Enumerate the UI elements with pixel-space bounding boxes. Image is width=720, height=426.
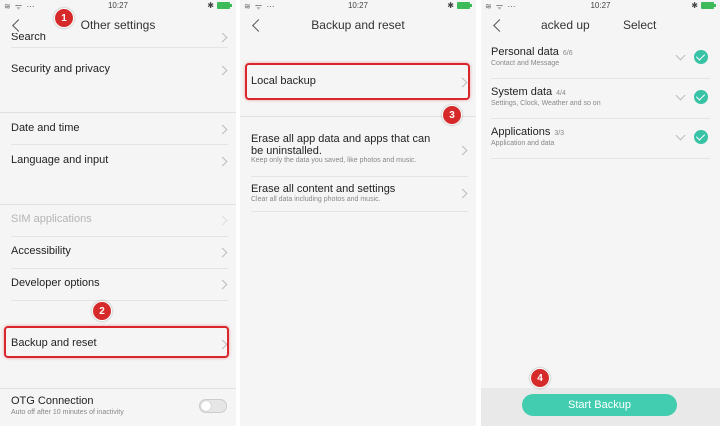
settings-item-backup-reset[interactable]: Backup and reset <box>0 337 236 353</box>
chevron-right-icon <box>217 279 228 290</box>
settings-item-sim-applications: SIM applications <box>0 213 236 229</box>
settings-item-language-input[interactable]: Language and input <box>0 154 236 170</box>
status-bar: ≋ ᯤ ⋯ 10:27 ✱ <box>240 0 476 12</box>
bluetooth-icon: ✱ <box>691 1 698 10</box>
chevron-right-icon <box>217 156 228 167</box>
other-settings-panel: ≋ ᯤ ⋯ 10:27 ✱ Other settings Search Secu… <box>0 0 236 426</box>
erase-app-data-item[interactable]: Erase all app data and apps that can be … <box>240 133 476 169</box>
backup-item-applications[interactable]: Applications 3/3 Application and data <box>481 126 720 152</box>
chevron-right-icon <box>457 77 468 88</box>
battery-icon <box>701 2 716 9</box>
status-time: 10:27 <box>107 1 129 10</box>
battery-icon <box>217 2 232 9</box>
chevron-right-icon <box>217 124 228 135</box>
bottom-bar: Start Backup <box>481 388 720 426</box>
bluetooth-icon: ✱ <box>447 1 454 10</box>
backup-item-personal-data[interactable]: Personal data 6/6 Contact and Message <box>481 46 720 72</box>
page-title: Backup and reset <box>311 18 405 32</box>
step-badge-4: 4 <box>530 368 550 388</box>
erase-all-content-item[interactable]: Erase all content and settings Clear all… <box>240 183 476 207</box>
backup-item-system-data[interactable]: System data 4/4 Settings, Clock, Weather … <box>481 86 720 112</box>
chevron-down-icon[interactable] <box>675 130 686 141</box>
backup-select-panel: ≋ ᯤ ⋯ 10:27 ✱ acked up Select Personal d… <box>481 0 720 426</box>
checkmark-icon[interactable] <box>694 90 708 104</box>
settings-item-otg-connection[interactable]: OTG Connection Auto off after 10 minutes… <box>0 395 236 421</box>
step-badge-1: 1 <box>54 8 74 28</box>
checkmark-icon[interactable] <box>694 50 708 64</box>
header: acked up Select <box>481 12 720 38</box>
start-backup-button[interactable]: Start Backup <box>522 394 677 416</box>
chevron-right-icon <box>217 339 228 350</box>
status-bar: ≋ ᯤ ⋯ 10:27 ✱ <box>0 0 236 12</box>
chevron-right-icon <box>457 145 468 156</box>
local-backup-item[interactable]: Local backup <box>240 75 476 91</box>
bluetooth-icon: ✱ <box>207 1 214 10</box>
settings-item-search[interactable]: Search <box>0 33 236 45</box>
battery-icon <box>457 2 472 9</box>
chevron-right-icon <box>217 215 228 226</box>
step-badge-2: 2 <box>92 301 112 321</box>
backup-reset-panel: ≋ ᯤ ⋯ 10:27 ✱ Backup and reset Local bac… <box>240 0 476 426</box>
settings-item-date-time[interactable]: Date and time <box>0 122 236 138</box>
checkmark-icon[interactable] <box>694 130 708 144</box>
status-time: 10:27 <box>347 1 369 10</box>
header: Backup and reset <box>240 12 476 38</box>
page-title: Other settings <box>80 18 156 32</box>
settings-item-accessibility[interactable]: Accessibility <box>0 245 236 261</box>
settings-item-security-privacy[interactable]: Security and privacy <box>0 63 236 79</box>
chevron-right-icon <box>217 247 228 258</box>
step-badge-3: 3 <box>442 105 462 125</box>
select-all-button[interactable]: Select <box>623 18 656 32</box>
chevron-right-icon <box>217 65 228 76</box>
page-title: acked up <box>541 18 590 32</box>
chevron-right-icon <box>457 188 468 199</box>
status-time: 10:27 <box>590 1 611 10</box>
settings-item-developer-options[interactable]: Developer options <box>0 277 236 293</box>
chevron-right-icon <box>217 33 228 43</box>
back-arrow-icon[interactable] <box>490 17 504 33</box>
otg-toggle[interactable] <box>199 399 227 413</box>
chevron-down-icon[interactable] <box>675 90 686 101</box>
status-bar: ≋ ᯤ ⋯ 10:27 ✱ <box>481 0 720 12</box>
chevron-down-icon[interactable] <box>675 50 686 61</box>
